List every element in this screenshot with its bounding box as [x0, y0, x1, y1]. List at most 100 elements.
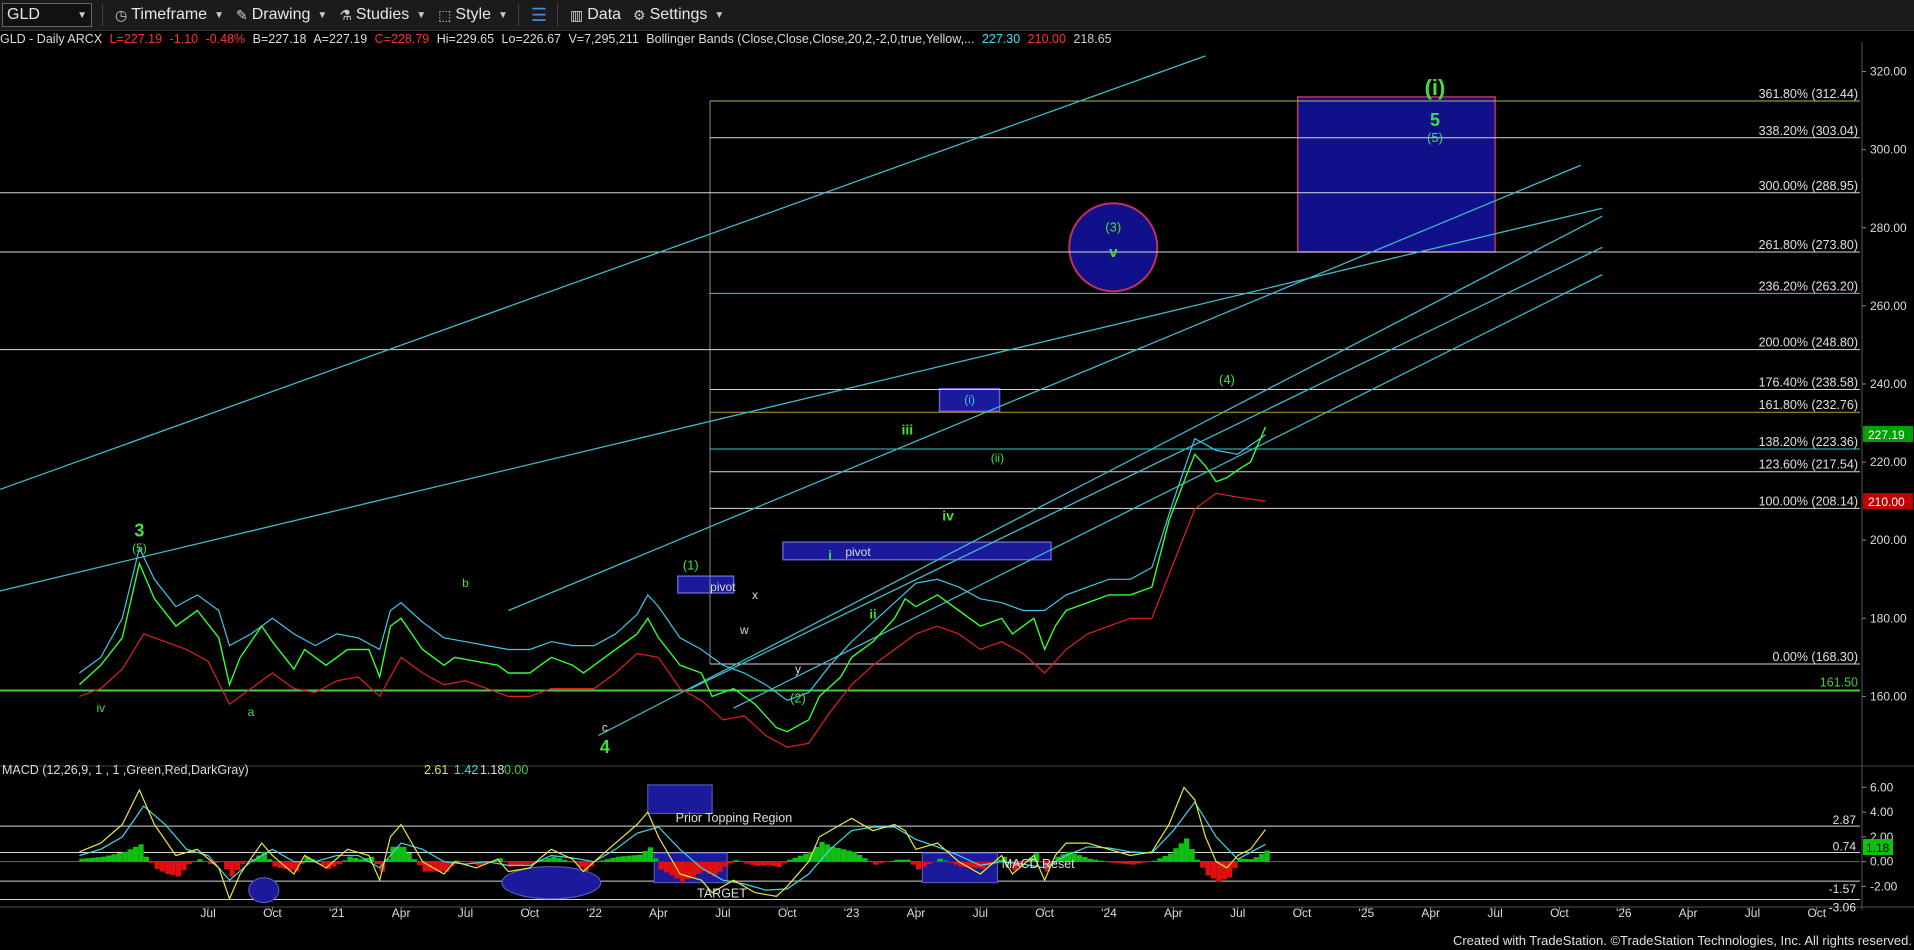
macd-histogram-bar [95, 857, 101, 862]
wave-label: pivot [845, 545, 871, 559]
wave-label: (2) [790, 690, 806, 705]
macd-histogram-bar [604, 859, 611, 862]
macd-histogram-bar [1076, 855, 1083, 862]
macd-histogram-bar [760, 861, 766, 866]
macd-histogram-bar [803, 853, 809, 862]
time-tick-label: Apr [649, 906, 668, 920]
macd-histogram-bar [165, 861, 171, 875]
wave-label: (ii) [991, 451, 1004, 465]
wave-label: (5) [1427, 130, 1443, 145]
macd-histogram-bar [615, 856, 621, 862]
macd-study-label: MACD (12,26,9, 1 , 1 ,Green,Red,DarkGray… [2, 763, 249, 777]
fib-level-label: 338.20% (303.04) [1759, 124, 1858, 138]
macd-annotation: Prior Topping Region [676, 811, 793, 825]
macd-histogram-bar [1162, 855, 1168, 862]
macd-histogram-bar [787, 859, 793, 862]
macd-histogram-bar [626, 855, 632, 862]
macd-histogram-bar [610, 857, 616, 862]
macd-histogram-bar [1082, 856, 1088, 862]
macd-histogram-bar [229, 861, 235, 877]
macd-histogram-bar [524, 861, 530, 865]
macd-ellipse [501, 866, 602, 900]
macd-histogram-bar [856, 854, 863, 862]
macd-histogram-bar [100, 856, 107, 862]
macd-ellipse [248, 877, 280, 904]
wave-label: i [828, 548, 832, 563]
macd-histogram-bar [781, 861, 788, 864]
bollinger-upper-band [79, 434, 1266, 701]
macd-histogram-bar [186, 861, 192, 865]
macd-histogram-bar [1264, 850, 1270, 862]
price-tick-label: 260.00 [1870, 299, 1907, 313]
macd-histogram-bar [272, 861, 278, 867]
macd-annotation: MACD Reset [1002, 857, 1075, 871]
time-tick-label: Oct [778, 906, 797, 920]
time-tick-label: Oct [520, 906, 539, 920]
wave-label: iii [901, 422, 913, 438]
fib-level-label: 161.80% (232.76) [1759, 398, 1858, 412]
macd-histogram-bar [835, 848, 841, 862]
macd-histogram-bar [910, 861, 916, 865]
macd-level-label: 0.74 [1833, 840, 1857, 854]
macd-histogram-bar [942, 860, 949, 862]
macd-histogram-bar [663, 861, 670, 873]
macd-histogram-bar [658, 861, 664, 870]
macd-histogram-bar [620, 856, 627, 862]
macd-histogram-bar [1184, 838, 1190, 862]
time-tick-label: Oct [263, 906, 282, 920]
macd-level-label: -3.06 [1829, 901, 1857, 915]
macd-histogram-bar [873, 861, 879, 865]
macd-histogram-bar [503, 861, 509, 863]
macd-histogram-bar [519, 861, 525, 866]
trend-channel-line [690, 246, 1603, 690]
fib-level-label: 123.60% (217.54) [1759, 458, 1858, 472]
macd-histogram-bar [1167, 853, 1174, 862]
macd-histogram-bar [181, 861, 187, 871]
time-tick-label: '26 [1616, 906, 1632, 920]
macd-tick-label: 6.00 [1870, 780, 1894, 794]
macd-histogram-bar [240, 861, 246, 865]
macd-histogram-bar [637, 854, 643, 862]
macd-histogram-bar [438, 861, 444, 872]
macd-histogram-bar [1098, 860, 1104, 862]
macd-histogram-bar [347, 856, 353, 862]
macd-histogram-bar [122, 851, 128, 862]
macd-histogram-bar [1141, 861, 1147, 863]
macd-histogram-bar [1243, 858, 1249, 862]
price-chart[interactable]: 320.00 300.00 280.00 260.00 240.00 220.00 200.… [0, 0, 1914, 930]
macd-histogram-bar [342, 860, 348, 862]
fib-level-label: 100.00% (208.14) [1759, 494, 1858, 508]
macd-histogram-bar [116, 853, 123, 862]
time-tick-label: Apr [907, 906, 926, 920]
time-tick-label: Jul [200, 906, 215, 920]
macd-histogram-bar [1130, 861, 1136, 865]
macd-histogram-bar [406, 853, 412, 862]
macd-histogram-bar [733, 860, 739, 862]
macd-histogram-bar [894, 859, 900, 862]
macd-histogram-bar [642, 851, 648, 862]
macd-histogram-bar [545, 858, 552, 862]
macd-histogram-bar [1151, 860, 1158, 862]
macd-histogram-bar [1119, 861, 1125, 864]
trend-channel-line [0, 207, 1603, 592]
macd-histogram-bar [889, 860, 895, 862]
macd-histogram-bar [106, 855, 112, 862]
macd-histogram-bar [411, 859, 418, 862]
macd-histogram-bar [1194, 859, 1201, 862]
macd-tick-label: -2.00 [1870, 879, 1898, 893]
macd-histogram-bar [749, 861, 755, 865]
macd-histogram-bar [417, 861, 423, 866]
trend-channel-line [733, 274, 1603, 709]
time-tick-label: Apr [1164, 906, 1183, 920]
macd-zero-value: 0.00 [504, 763, 528, 777]
wave-label: ii [869, 606, 876, 621]
macd-histogram-bar [234, 861, 241, 871]
trend-channel-line [0, 55, 1206, 491]
macd-histogram-bar [937, 858, 943, 862]
wave-label: w [739, 623, 749, 637]
time-tick-label: Jul [1230, 906, 1245, 920]
macd-histogram-bar [138, 844, 144, 862]
macd-histogram-bar [953, 861, 959, 865]
macd-histogram-bar [1189, 849, 1195, 862]
macd-histogram-bar [905, 859, 911, 862]
